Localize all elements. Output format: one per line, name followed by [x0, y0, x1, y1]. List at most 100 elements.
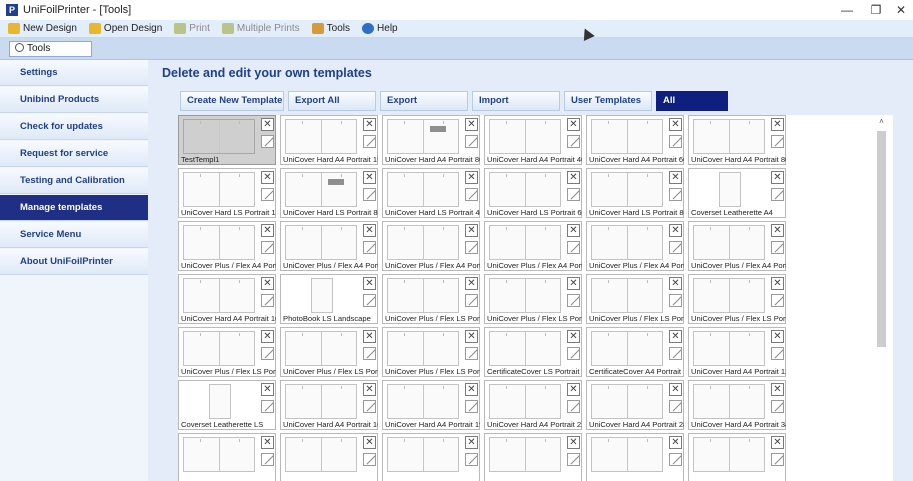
template-tile[interactable]: ✕ UniCover Hard A4 Portrait 80: [688, 115, 786, 165]
delete-template-icon[interactable]: ✕: [465, 330, 478, 343]
delete-template-icon[interactable]: ✕: [465, 224, 478, 237]
edit-template-icon[interactable]: [771, 188, 784, 201]
tab-user-templates[interactable]: User Templates: [564, 91, 652, 111]
template-tile[interactable]: ✕ UniCover Hard A4 Portrait 15: [280, 115, 378, 165]
template-tile[interactable]: ✕ UniCover Hard A4 Portrait 16: [280, 380, 378, 430]
edit-template-icon[interactable]: [567, 241, 580, 254]
template-tile[interactable]: ✕ UniCover Hard A4 Portrait 19: [382, 380, 480, 430]
template-tile[interactable]: ✕ UniCover Plus / Flex A4 Portr: [484, 221, 582, 271]
template-tile[interactable]: ✕ UniCover Hard LS Portrait 80: [586, 168, 684, 218]
template-tile[interactable]: ✕ UniCover Plus / Flex A4 Portr: [280, 221, 378, 271]
delete-template-icon[interactable]: ✕: [567, 330, 580, 343]
edit-template-icon[interactable]: [363, 241, 376, 254]
delete-template-icon[interactable]: ✕: [363, 118, 376, 131]
edit-template-icon[interactable]: [669, 188, 682, 201]
toolbar-help[interactable]: Help: [362, 23, 398, 34]
template-tile[interactable]: ✕ UniCover Plus / Flex LS Portr: [688, 274, 786, 324]
template-tile[interactable]: ✕ UniCover Hard A4 Portrait 80: [382, 115, 480, 165]
delete-template-icon[interactable]: ✕: [363, 436, 376, 449]
edit-template-icon[interactable]: [567, 453, 580, 466]
edit-template-icon[interactable]: [261, 188, 274, 201]
delete-template-icon[interactable]: ✕: [261, 171, 274, 184]
delete-template-icon[interactable]: ✕: [465, 118, 478, 131]
edit-template-icon[interactable]: [261, 400, 274, 413]
tab-tools[interactable]: Tools: [9, 41, 92, 57]
template-tile[interactable]: ✕ UniCover Plus / Flex A4 Portr: [688, 221, 786, 271]
toolbar-new-design[interactable]: New Design: [8, 23, 77, 34]
delete-template-icon[interactable]: ✕: [669, 224, 682, 237]
delete-template-icon[interactable]: ✕: [465, 383, 478, 396]
template-tile[interactable]: ✕ UniCover Hard LS Portrait 40: [382, 168, 480, 218]
delete-template-icon[interactable]: ✕: [771, 224, 784, 237]
template-tile[interactable]: ✕ UniCover Hard LS Portrait 15: [178, 168, 276, 218]
edit-template-icon[interactable]: [669, 135, 682, 148]
delete-template-icon[interactable]: ✕: [465, 277, 478, 290]
template-tile[interactable]: ✕ UniCover Hard A4 Portrait 28: [586, 380, 684, 430]
template-tile[interactable]: ✕ UniCover Hard LS Portrait 60: [484, 168, 582, 218]
template-tile[interactable]: ✕ UniCover Plus / Flex LS Portr: [586, 274, 684, 324]
edit-template-icon[interactable]: [363, 135, 376, 148]
template-tile[interactable]: ✕ CertificateCover A4 Portrait: [586, 327, 684, 377]
sidebar-item-testing-and-calibration[interactable]: Testing and Calibration: [0, 168, 148, 194]
delete-template-icon[interactable]: ✕: [669, 277, 682, 290]
delete-template-icon[interactable]: ✕: [771, 436, 784, 449]
delete-template-icon[interactable]: ✕: [771, 383, 784, 396]
template-tile[interactable]: ✕ UniCover Hard LS Portrait 80: [280, 168, 378, 218]
delete-template-icon[interactable]: ✕: [363, 171, 376, 184]
template-tile[interactable]: ✕ UniCover Plus / Flex LS Portr: [382, 274, 480, 324]
create-new-template-button[interactable]: Create New Template: [180, 91, 284, 111]
template-tile[interactable]: ✕ UniCover Plus / Flex LS Portr: [178, 327, 276, 377]
template-tile[interactable]: ✕: [688, 433, 786, 481]
template-tile[interactable]: ✕ UniCover Plus / Flex A4 Portr: [178, 221, 276, 271]
delete-template-icon[interactable]: ✕: [669, 118, 682, 131]
delete-template-icon[interactable]: ✕: [567, 436, 580, 449]
delete-template-icon[interactable]: ✕: [771, 330, 784, 343]
edit-template-icon[interactable]: [567, 294, 580, 307]
edit-template-icon[interactable]: [771, 453, 784, 466]
delete-template-icon[interactable]: ✕: [261, 118, 274, 131]
template-tile[interactable]: ✕: [178, 433, 276, 481]
toolbar-tools[interactable]: Tools: [311, 23, 350, 34]
delete-template-icon[interactable]: ✕: [261, 330, 274, 343]
template-tile[interactable]: ✕ Coverset Leatherette LS: [178, 380, 276, 430]
edit-template-icon[interactable]: [465, 135, 478, 148]
edit-template-icon[interactable]: [771, 241, 784, 254]
edit-template-icon[interactable]: [261, 135, 274, 148]
delete-template-icon[interactable]: ✕: [669, 330, 682, 343]
edit-template-icon[interactable]: [669, 347, 682, 360]
template-tile[interactable]: ✕ PhotoBook LS Landscape: [280, 274, 378, 324]
edit-template-icon[interactable]: [771, 294, 784, 307]
template-tile[interactable]: ✕ UniCover Hard A4 Portrait 40: [484, 115, 582, 165]
delete-template-icon[interactable]: ✕: [363, 224, 376, 237]
template-tile[interactable]: ✕ Coverset Leatherette A4: [688, 168, 786, 218]
template-tile[interactable]: ✕ UniCover Plus / Flex LS Portr: [382, 327, 480, 377]
vertical-scrollbar[interactable]: ˄ ˅: [874, 115, 889, 481]
edit-template-icon[interactable]: [567, 188, 580, 201]
edit-template-icon[interactable]: [465, 347, 478, 360]
toolbar-multiple-prints[interactable]: Multiple Prints: [221, 23, 300, 34]
edit-template-icon[interactable]: [669, 241, 682, 254]
export-all-button[interactable]: Export All: [288, 91, 376, 111]
delete-template-icon[interactable]: ✕: [465, 436, 478, 449]
edit-template-icon[interactable]: [363, 347, 376, 360]
scroll-up-icon[interactable]: ˄: [877, 117, 886, 127]
template-tile[interactable]: ✕ UniCover Hard A4 Portrait 34: [688, 380, 786, 430]
scroll-thumb[interactable]: [877, 131, 886, 347]
delete-template-icon[interactable]: ✕: [567, 171, 580, 184]
edit-template-icon[interactable]: [363, 453, 376, 466]
template-tile[interactable]: ✕: [586, 433, 684, 481]
template-tile[interactable]: ✕ UniCover Plus / Flex LS Portr: [280, 327, 378, 377]
template-tile[interactable]: ✕ UniCover Hard A4 Portrait 22: [484, 380, 582, 430]
delete-template-icon[interactable]: ✕: [669, 436, 682, 449]
export-button[interactable]: Export: [380, 91, 468, 111]
toolbar-open-design[interactable]: Open Design: [88, 23, 162, 34]
delete-template-icon[interactable]: ✕: [363, 383, 376, 396]
import-button[interactable]: Import: [472, 91, 560, 111]
delete-template-icon[interactable]: ✕: [465, 171, 478, 184]
edit-template-icon[interactable]: [465, 241, 478, 254]
delete-template-icon[interactable]: ✕: [771, 277, 784, 290]
template-tile[interactable]: ✕ UniCover Hard A4 Portrait 60: [586, 115, 684, 165]
sidebar-item-about[interactable]: About UniFoilPrinter: [0, 249, 148, 275]
edit-template-icon[interactable]: [261, 294, 274, 307]
sidebar-item-service-menu[interactable]: Service Menu: [0, 222, 148, 248]
